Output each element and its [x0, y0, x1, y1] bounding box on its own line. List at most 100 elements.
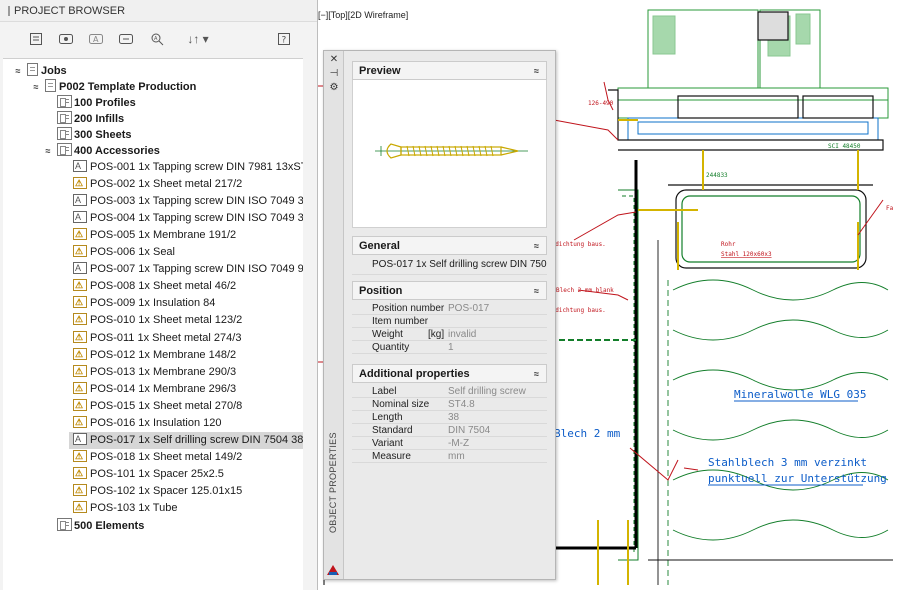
- tree-item-label: POS-013 1x Membrane 290/3: [90, 365, 237, 378]
- property-row[interactable]: Weight [kg] invalid: [352, 328, 547, 341]
- eye-icon[interactable]: [56, 30, 76, 48]
- tree-item-label: POS-001 1x Tapping screw DIN 7981 13xST4…: [90, 161, 303, 173]
- property-value[interactable]: 1: [448, 341, 454, 354]
- tree-item-accessory[interactable]: ⚠ POS-009 1x Insulation 84: [73, 295, 215, 312]
- tree-item-accessory[interactable]: ⚠ POS-014 1x Membrane 296/3: [73, 381, 236, 398]
- project-tree: ≈ Jobs ≈ P002 Template Production 100 Profil…: [3, 58, 303, 590]
- property-label: Quantity: [372, 342, 410, 353]
- property-value[interactable]: ST4.8: [448, 398, 475, 411]
- property-value[interactable]: DIN 7504: [448, 424, 490, 437]
- property-row[interactable]: Length 38: [352, 411, 547, 424]
- tree-item-accessory[interactable]: ⚠ POS-013 1x Membrane 290/3: [73, 364, 236, 381]
- settings-icon[interactable]: ⚙: [329, 83, 339, 93]
- general-name-value[interactable]: POS-017 1x Self drilling screw DIN 750..…: [352, 255, 547, 275]
- tree-item-accessory[interactable]: ⚠ POS-101 1x Spacer 25x2.5: [73, 466, 224, 483]
- position-warning-icon: ⚠: [73, 415, 87, 428]
- property-value[interactable]: 38: [448, 411, 459, 424]
- collapse-icon[interactable]: ≈: [534, 365, 539, 384]
- tree-item-accessory[interactable]: ⚠ POS-016 1x Insulation 120: [73, 415, 221, 432]
- tree-item-label: POS-005 1x Membrane 191/2: [90, 229, 237, 242]
- tree-item-accessory[interactable]: ⚠ POS-006 1x Seal: [73, 244, 175, 261]
- project-browser: PROJECT BROWSER A A ↓↑ ▾ ? ≈ Jobs ≈ P002 Te…: [0, 0, 318, 590]
- object-properties-palette[interactable]: ✕ ⊣ ⚙ OBJECT PROPERTIES Preview ≈ Genera…: [323, 50, 556, 580]
- palette-corner-icon[interactable]: [327, 565, 339, 575]
- position-warning-icon: ⚠: [73, 296, 87, 309]
- collapse-icon[interactable]: ≈: [534, 237, 539, 256]
- collapse-toggle-icon[interactable]: ≈: [43, 143, 53, 160]
- svg-text:126-490: 126-490: [588, 100, 614, 107]
- tree-item-accessory[interactable]: A POS-017 1x Self drilling screw DIN 7504…: [69, 431, 303, 449]
- property-value[interactable]: POS-017: [448, 302, 489, 315]
- tree-item-label: POS-006 1x Seal: [90, 246, 175, 259]
- property-row[interactable]: Variant -M-Z: [352, 437, 547, 450]
- property-value[interactable]: Self drilling screw: [448, 385, 526, 398]
- tree-item-accessory[interactable]: ⚠ POS-005 1x Membrane 191/2: [73, 227, 236, 244]
- property-value[interactable]: mm: [448, 450, 465, 463]
- position-icon: A: [73, 262, 87, 275]
- tree-item-accessory[interactable]: APOS-003 1x Tapping screw DIN ISO 7049 3…: [73, 193, 303, 210]
- property-row[interactable]: Quantity 1: [352, 341, 547, 354]
- property-row[interactable]: Position number POS-017: [352, 302, 547, 315]
- tree-item-label: POS-004 1x Tapping screw DIN ISO 7049 30…: [90, 212, 303, 225]
- property-row[interactable]: Measure mm: [352, 450, 547, 463]
- tree-item-label: POS-103 1x Tube: [90, 502, 178, 514]
- sheet-list-icon[interactable]: [26, 30, 46, 48]
- property-row[interactable]: Label Self drilling screw: [352, 385, 547, 398]
- filter-icon[interactable]: A: [148, 30, 168, 48]
- palette-title-strip[interactable]: ✕ ⊣ ⚙ OBJECT PROPERTIES: [324, 51, 344, 579]
- preview-section-header[interactable]: Preview ≈: [352, 61, 547, 80]
- position-properties: Position number POS-017 Item number Weight[…: [352, 300, 547, 358]
- tree-item-accessory[interactable]: ⚠ POS-015 1x Sheet metal 270/8: [73, 398, 242, 415]
- position-icon: A: [73, 211, 87, 224]
- tree-item-accessory[interactable]: ⚠ POS-011 1x Sheet metal 274/3: [73, 330, 241, 347]
- tree-item-accessory[interactable]: ⚠ POS-103 1x Tube: [73, 500, 177, 517]
- general-section-header[interactable]: General ≈: [352, 236, 547, 255]
- tree-item-accessory[interactable]: APOS-007 1x Tapping screw DIN ISO 7049 9…: [73, 261, 303, 278]
- tree-item-label: 300 Sheets: [74, 129, 132, 141]
- collapse-toggle-icon[interactable]: ≈: [13, 63, 23, 80]
- tree-item-accessory[interactable]: ⚠ POS-002 1x Sheet metal 217/2: [73, 176, 242, 193]
- property-value[interactable]: invalid: [448, 328, 476, 341]
- tree-item-accessory[interactable]: ⚠ POS-008 1x Sheet metal 46/2: [73, 278, 236, 295]
- tree-item-accessory[interactable]: ⚠ POS-010 1x Sheet metal 123/2: [73, 312, 242, 329]
- tree-item-label: POS-015 1x Sheet metal 270/8: [90, 399, 243, 412]
- text-icon[interactable]: A: [86, 30, 106, 48]
- additional-section-header[interactable]: Additional properties ≈: [352, 364, 547, 383]
- tree-item-accessory[interactable]: APOS-004 1x Tapping screw DIN ISO 7049 3…: [73, 210, 303, 227]
- tree-item-accessory[interactable]: ⚠ POS-012 1x Membrane 148/2: [73, 347, 236, 364]
- collapse-toggle-icon[interactable]: ≈: [31, 79, 41, 96]
- tree-item-500-elements[interactable]: 500 Elements: [57, 518, 144, 535]
- help-button[interactable]: ?: [274, 30, 294, 48]
- svg-text:244833: 244833: [706, 172, 728, 179]
- tree-item-accessory[interactable]: ⚠ POS-018 1x Sheet metal 149/2: [73, 449, 242, 466]
- property-value[interactable]: -M-Z: [448, 437, 469, 450]
- position-warning-icon: ⚠: [73, 245, 87, 258]
- grip-icon[interactable]: [8, 6, 10, 17]
- additional-properties: Label Self drilling screw Nominal size ST4.…: [352, 383, 547, 467]
- tree-item-300-sheets[interactable]: 300 Sheets: [57, 127, 131, 144]
- position-section-header[interactable]: Position ≈: [352, 281, 547, 300]
- tree-item-accessory[interactable]: A POS-001 1x Tapping screw DIN 7981 13xST…: [73, 159, 303, 176]
- position-warning-icon: ⚠: [73, 279, 87, 292]
- tree-item-p002[interactable]: ≈ P002 Template Production: [34, 79, 196, 96]
- tree-item-400-accessories[interactable]: ≈400 Accessories: [46, 143, 160, 160]
- tree-item-200-infills[interactable]: 200 Infills: [57, 111, 124, 128]
- collapse-icon[interactable]: ≈: [534, 62, 539, 81]
- tree-item-jobs[interactable]: ≈ Jobs: [16, 63, 67, 80]
- palette-body: Preview ≈ General ≈ POS-017 1x Self dril…: [352, 61, 547, 467]
- pin-icon[interactable]: ⊣: [329, 69, 339, 79]
- collapse-icon[interactable]: ≈: [534, 282, 539, 301]
- tag-icon[interactable]: [116, 30, 136, 48]
- property-row[interactable]: Standard DIN 7504: [352, 424, 547, 437]
- sheet-group-icon: [57, 143, 72, 156]
- sheet-group-icon: [57, 518, 72, 532]
- position-warning-icon: ⚠: [73, 364, 87, 377]
- property-row[interactable]: Nominal size ST4.8: [352, 398, 547, 411]
- svg-text:Stahl 120x60x3: Stahl 120x60x3: [721, 251, 772, 258]
- close-icon[interactable]: ✕: [329, 55, 339, 65]
- tree-item-100-profiles[interactable]: 100 Profiles: [57, 95, 136, 112]
- tree-item-accessory[interactable]: ⚠ POS-102 1x Spacer 125.01x15: [73, 483, 242, 500]
- property-row[interactable]: Item number: [352, 315, 547, 328]
- sheet-group-icon: [57, 111, 72, 124]
- sort-button[interactable]: ↓↑ ▾: [180, 30, 216, 48]
